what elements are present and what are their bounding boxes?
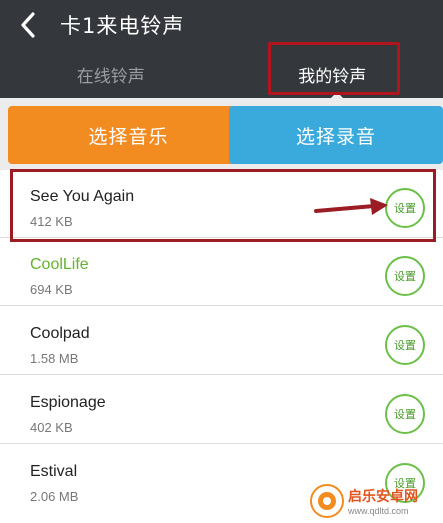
ringtone-screen: 卡1来电铃声 在线铃声 我的铃声 选择音乐 选择录音 See You Again…	[0, 0, 443, 523]
ringtone-list: See You Again 412 KB 设置 CoolLife 694 KB …	[0, 170, 443, 523]
song-title: Espionage	[30, 394, 106, 411]
tab-online-ringtones[interactable]: 在线铃声	[0, 50, 222, 98]
song-title: See You Again	[30, 188, 135, 205]
tab-my-ringtones[interactable]: 我的铃声	[222, 50, 443, 98]
select-recording-button[interactable]: 选择录音	[229, 106, 443, 164]
song-title: CoolLife	[30, 256, 89, 273]
song-size: 1.58 MB	[30, 351, 79, 366]
tab-bar: 在线铃声 我的铃声	[0, 50, 443, 98]
set-ringtone-button[interactable]: 设置	[385, 394, 425, 434]
list-item[interactable]: CoolLife 694 KB 设置	[0, 238, 443, 306]
set-ringtone-button[interactable]: 设置	[385, 256, 425, 296]
header-bar: 卡1来电铃声	[0, 0, 443, 50]
song-title: Coolpad	[30, 325, 90, 342]
page-title: 卡1来电铃声	[60, 14, 185, 38]
set-ringtone-button[interactable]: 设置	[385, 463, 425, 503]
song-size: 402 KB	[30, 420, 73, 435]
set-ringtone-button[interactable]: 设置	[385, 325, 425, 365]
list-item[interactable]: Estival 2.06 MB 设置	[0, 445, 443, 513]
set-ringtone-button[interactable]: 设置	[385, 188, 425, 228]
song-size: 412 KB	[30, 214, 73, 229]
list-item[interactable]: See You Again 412 KB 设置	[0, 170, 443, 238]
song-size: 694 KB	[30, 282, 73, 297]
action-buttons: 选择音乐 选择录音	[0, 98, 443, 170]
select-music-button[interactable]: 选择音乐	[8, 106, 249, 164]
list-item[interactable]: Espionage 402 KB 设置	[0, 376, 443, 444]
song-title: Estival	[30, 463, 78, 480]
chevron-left-icon[interactable]	[8, 0, 48, 50]
song-size: 2.06 MB	[30, 489, 79, 504]
list-item[interactable]: Coolpad 1.58 MB 设置	[0, 307, 443, 375]
